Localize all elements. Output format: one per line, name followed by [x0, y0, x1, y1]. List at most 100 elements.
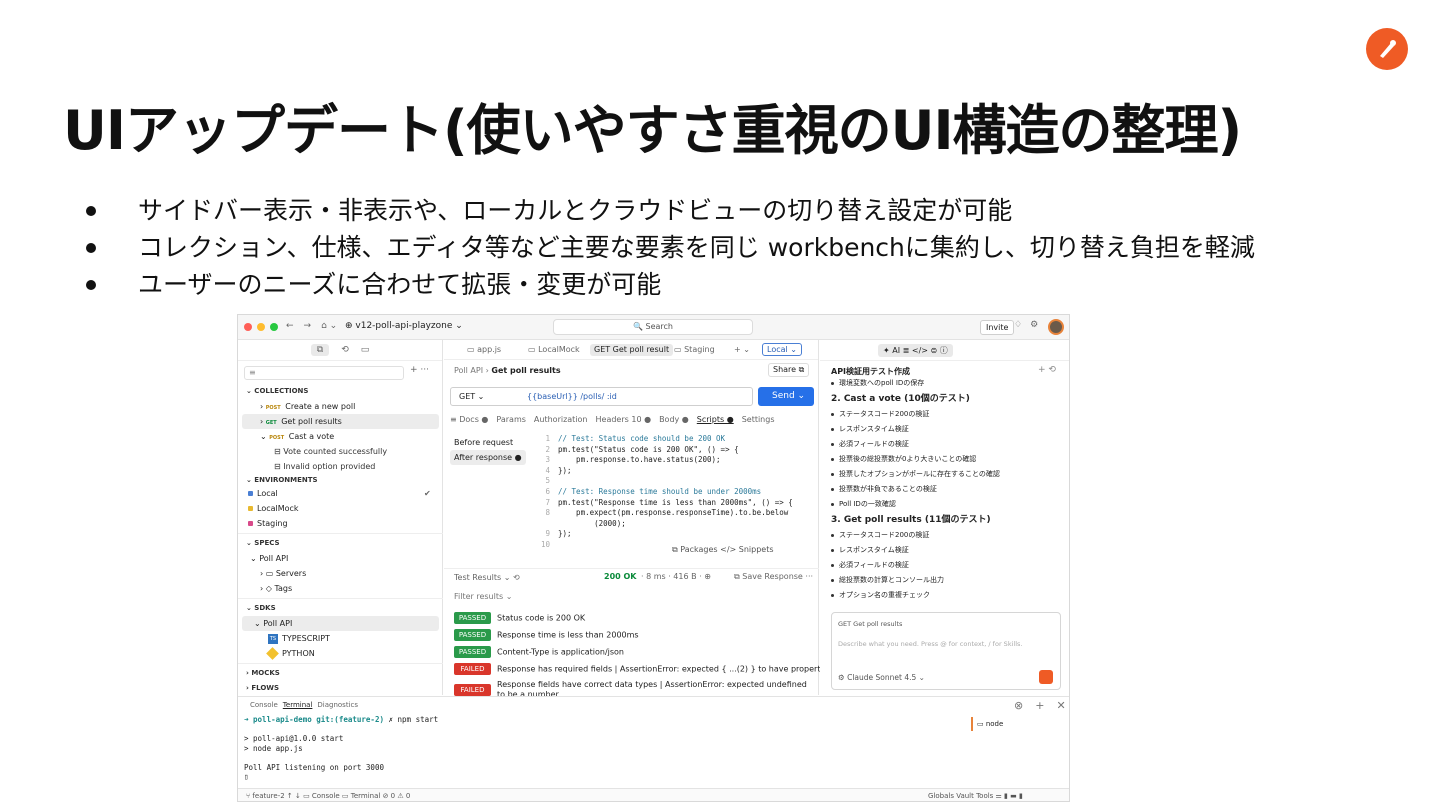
- environment-item[interactable]: Local ✔: [238, 486, 443, 501]
- new-terminal-icon[interactable]: +: [1035, 699, 1044, 712]
- tab-body[interactable]: Body ●: [659, 415, 689, 424]
- files-view-icon[interactable]: ▭: [361, 345, 370, 355]
- share-button[interactable]: Share ⧉: [768, 363, 810, 377]
- example-item[interactable]: ⊟ Vote counted successfully: [238, 444, 443, 459]
- sdk-language-label: TYPESCRIPT: [282, 634, 330, 643]
- maximize-window-icon[interactable]: [270, 323, 278, 331]
- terminal-output[interactable]: ➜ poll-api-demo git:(feature-2) ✗ npm st…: [244, 715, 438, 782]
- collections-view-icon[interactable]: ⧉: [310, 344, 330, 356]
- minimize-window-icon[interactable]: [257, 323, 265, 331]
- filter-results-dropdown[interactable]: Filter results ⌄: [454, 592, 512, 601]
- result-status-badge: PASSED: [454, 646, 491, 658]
- save-response-button[interactable]: ⧉ Save Response ···: [734, 572, 813, 582]
- terminal-controls: ⊗ + ✕: [1014, 699, 1066, 712]
- flows-header[interactable]: › FLOWS: [238, 681, 443, 696]
- slide-title: UIアップデート(使いやすさ重視のUI構造の整理): [63, 99, 1242, 162]
- tab-staging[interactable]: ▭ Staging: [674, 344, 715, 356]
- tab-terminal[interactable]: Terminal: [283, 701, 313, 709]
- send-button[interactable]: Send ⌄: [758, 387, 814, 406]
- tab-scripts[interactable]: Scripts ●: [697, 415, 734, 424]
- tab-diagnostics[interactable]: Diagnostics: [317, 701, 358, 709]
- mocks-header[interactable]: › MOCKS: [238, 666, 443, 681]
- sdks-header[interactable]: ⌄ SDKS: [238, 601, 443, 616]
- tab-app-js[interactable]: ▭ app.js: [467, 344, 501, 356]
- spec-servers-item[interactable]: › ▭ Servers: [238, 566, 443, 581]
- status-bar-right[interactable]: Globals Vault Tools ⚌ ▮ ▬ ▮: [928, 792, 1023, 800]
- window-controls[interactable]: [244, 323, 278, 331]
- collection-request[interactable]: ⌄ POST Cast a vote: [238, 429, 443, 444]
- sidebar-view-switcher: ⧉ ⟲ ▭: [238, 340, 442, 361]
- sdk-language-item[interactable]: PYTHON: [238, 646, 443, 661]
- forward-button[interactable]: →: [304, 321, 312, 331]
- sidebar-filter-input[interactable]: ≡: [244, 366, 404, 380]
- tab-headers[interactable]: Headers 10 ●: [596, 415, 652, 424]
- back-button[interactable]: ←: [286, 321, 294, 331]
- tab-docs[interactable]: ≡ Docs ●: [450, 415, 488, 424]
- chevron-right-icon: ›: [260, 417, 264, 426]
- ai-chat-input[interactable]: GET Get poll results Describe what you n…: [831, 612, 1061, 690]
- workspace-selector[interactable]: ⊕ v12-poll-api-playzone ⌄: [345, 321, 463, 331]
- before-request-tab[interactable]: Before request: [450, 435, 526, 450]
- tab-settings[interactable]: Settings: [742, 415, 775, 424]
- tab-params[interactable]: Params: [496, 415, 526, 424]
- list-item: レスポンスタイム検証: [831, 543, 1061, 558]
- specs-header[interactable]: ⌄ SPECS: [238, 536, 443, 551]
- environment-item[interactable]: Staging: [238, 516, 443, 531]
- collection-request[interactable]: › POST Create a new poll: [238, 399, 443, 414]
- close-window-icon[interactable]: [244, 323, 252, 331]
- status-bar-left[interactable]: ⑂ feature-2 ↑ ↓ ▭ Console ▭ Terminal ⊘ 0…: [246, 792, 410, 800]
- close-panel-icon[interactable]: ✕: [1056, 699, 1065, 712]
- send-prompt-button[interactable]: [1039, 670, 1053, 684]
- environment-selector[interactable]: Local ⌄: [762, 343, 802, 356]
- breadcrumb-root[interactable]: Poll API ›: [454, 366, 489, 375]
- test-results-dropdown[interactable]: Test Results ⌄ ⟲: [454, 573, 520, 582]
- sdk-language-item[interactable]: TS TYPESCRIPT: [238, 631, 443, 646]
- example-icon: ⊟: [274, 462, 284, 471]
- sdk-item[interactable]: ⌄ Poll API: [242, 616, 439, 631]
- tab-localmock[interactable]: ▭ LocalMock: [528, 344, 580, 356]
- breadcrumb: Poll API › Get poll results: [454, 366, 561, 375]
- line-number: 10: [540, 539, 550, 549]
- sidebar-add-button[interactable]: + ···: [410, 365, 429, 375]
- postman-app-window: ← → ⌂ ⌄ ⊕ v12-poll-api-playzone ⌄ 🔍 Sear…: [237, 314, 1070, 802]
- spec-tags-item[interactable]: › ◇ Tags: [238, 581, 443, 596]
- invite-button[interactable]: Invite: [980, 320, 1015, 335]
- list-heading: 2. Cast a vote (10個のテスト): [831, 394, 970, 404]
- new-tab-button[interactable]: + ⌄: [734, 344, 750, 356]
- example-item[interactable]: ⊟ Invalid option provided: [238, 459, 443, 474]
- environment-color-icon: [248, 491, 253, 496]
- context-chip[interactable]: GET Get poll results: [838, 620, 902, 628]
- after-response-tab[interactable]: After response ●: [450, 450, 526, 465]
- tab-get-poll-results[interactable]: GET Get poll result: [590, 344, 674, 356]
- environment-item[interactable]: LocalMock: [238, 501, 443, 516]
- bullet-item: サイドバー表示・非表示や、ローカルとクラウドビューの切り替え設定が可能: [86, 192, 1255, 229]
- url-input[interactable]: {{baseUrl}} /polls/ :id: [527, 388, 617, 405]
- spec-item[interactable]: ⌄ Poll API: [238, 551, 443, 566]
- collections-header[interactable]: ⌄ COLLECTIONS: [238, 384, 443, 399]
- ai-tab[interactable]: ✦ AI ≣ </> ⊜ ⓘ: [878, 344, 953, 357]
- postman-logo-icon: [1366, 28, 1408, 70]
- collection-request-selected[interactable]: › GET Get poll results: [242, 414, 439, 429]
- gear-icon[interactable]: ⚙: [1030, 320, 1038, 330]
- bell-icon[interactable]: ♢: [1014, 320, 1022, 330]
- tab-console[interactable]: Console: [250, 701, 278, 709]
- code-toolbar[interactable]: ⧉ Packages </> Snippets: [672, 545, 774, 555]
- search-input[interactable]: 🔍 Search: [553, 319, 753, 335]
- tab-authorization[interactable]: Authorization: [534, 415, 588, 424]
- url-bar[interactable]: GET ⌄ {{baseUrl}} /polls/ :id: [450, 387, 753, 406]
- environments-header[interactable]: ⌄ ENVIRONMENTS: [238, 474, 443, 486]
- kill-terminal-icon[interactable]: ⊗: [1014, 699, 1023, 712]
- home-button[interactable]: ⌂ ⌄: [321, 321, 337, 331]
- model-selector[interactable]: ⚙ Claude Sonnet 4.5 ⌄: [838, 673, 925, 682]
- divider: [238, 663, 443, 664]
- script-editor[interactable]: 1// Test: Status code should be 200 OK 2 p…: [536, 434, 804, 551]
- terminal-line: > node app.js: [244, 743, 303, 753]
- new-chat-button[interactable]: + ⟲: [1038, 365, 1056, 375]
- code-text: // Test: Response time should be under 2…: [558, 486, 762, 496]
- request-label: Get poll results: [281, 417, 342, 426]
- avatar[interactable]: [1048, 319, 1064, 335]
- history-view-icon[interactable]: ⟲: [341, 345, 349, 355]
- method-select[interactable]: GET ⌄: [459, 388, 484, 405]
- example-label: Vote counted successfully: [283, 447, 388, 456]
- terminal-session-node[interactable]: ▭ node: [971, 717, 1069, 731]
